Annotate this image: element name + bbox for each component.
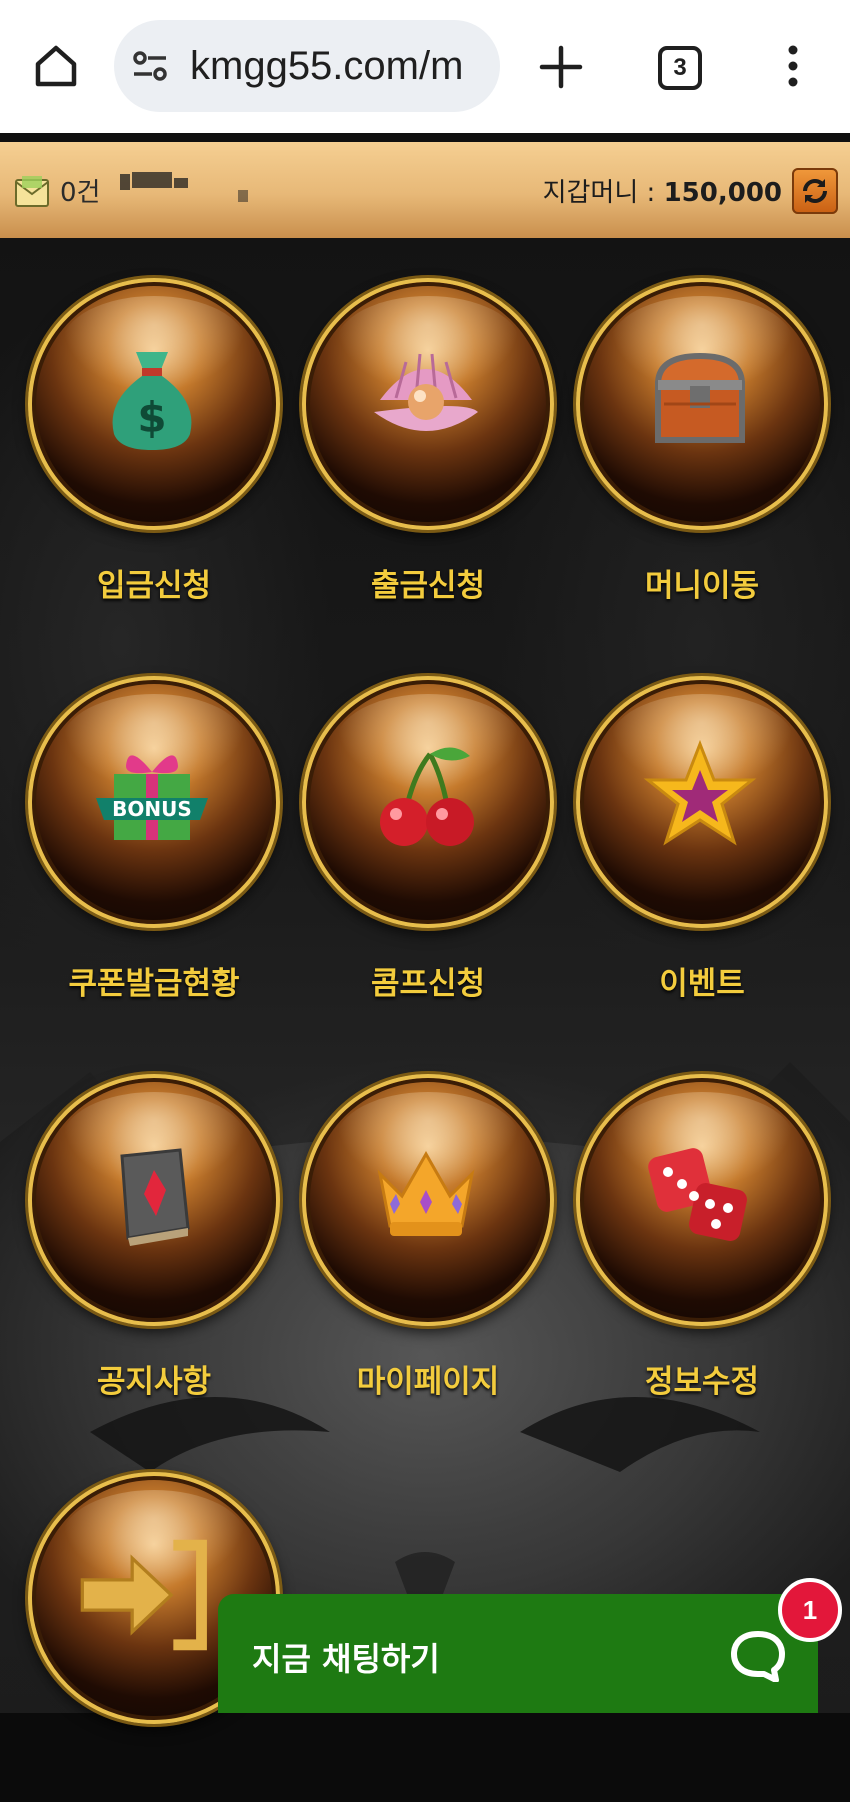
menu-events[interactable]: 이벤트 (576, 676, 828, 1006)
book-icon (120, 1148, 190, 1246)
menu-deposit-request[interactable]: $ 입금신청 (28, 278, 280, 608)
refresh-balance-button[interactable] (792, 168, 838, 214)
toolbar-divider (0, 133, 850, 142)
menu-label: 쿠폰발급현황 (68, 966, 240, 1002)
menu-label: 입금신청 (96, 568, 212, 604)
refresh-icon (803, 179, 827, 203)
username-redacted (116, 170, 346, 214)
wallet-amount: 150,000 (663, 178, 782, 208)
svg-text:$: $ (137, 393, 166, 442)
pearl-shell-icon (374, 353, 478, 431)
site-settings-icon[interactable] (132, 50, 168, 82)
menu-coupon-status[interactable]: BONUS 쿠폰발급현황 (28, 676, 280, 1006)
dice-icon (648, 1148, 747, 1241)
address-bar[interactable]: kmgg55.com/m (114, 20, 500, 112)
url-text: kmgg55.com/m (190, 44, 464, 88)
menu-comp-request[interactable]: 콤프신청 (302, 676, 554, 1006)
treasure-chest-icon (654, 352, 746, 443)
home-icon[interactable] (32, 42, 80, 90)
wallet-label: 지갑머니 : (542, 178, 656, 208)
new-tab-icon[interactable] (538, 44, 584, 90)
account-info-bar: 0건 지갑머니 : 150,000 (0, 142, 850, 238)
live-chat-button[interactable]: 지금 채팅하기 (218, 1594, 818, 1713)
menu-edit-info[interactable]: 정보수정 (576, 1074, 828, 1404)
browser-toolbar: kmgg55.com/m 3 (0, 0, 850, 142)
menu-label: 마이페이지 (356, 1364, 500, 1400)
message-count[interactable]: 0건 (60, 172, 100, 209)
menu-notices[interactable]: 공지사항 (28, 1074, 280, 1404)
menu-label: 공지사항 (96, 1364, 212, 1400)
star-icon (643, 739, 757, 846)
menu-label: 콤프신청 (370, 966, 486, 1002)
menu-label: 정보수정 (644, 1364, 760, 1400)
wallet-balance: 지갑머니 : 150,000 (543, 172, 782, 209)
crown-icon (377, 1150, 475, 1236)
menu-withdraw-request[interactable]: 출금신청 (302, 278, 554, 608)
menu-label: 머니이동 (644, 568, 760, 604)
menu-money-transfer[interactable]: 머니이동 (576, 278, 828, 608)
money-bag-icon: $ (112, 352, 192, 450)
more-menu-icon[interactable] (782, 44, 804, 88)
menu-label: 출금신청 (370, 568, 486, 604)
bonus-gift-icon: BONUS (96, 755, 208, 840)
menu-label: 이벤트 (659, 966, 745, 1002)
chat-unread-badge: 1 (778, 1578, 842, 1642)
tab-switcher-button[interactable]: 3 (658, 46, 702, 90)
cherry-icon (380, 747, 474, 846)
menu-my-page[interactable]: 마이페이지 (302, 1074, 554, 1404)
chat-bubble-icon (731, 1631, 785, 1682)
mail-icon[interactable] (14, 174, 50, 208)
svg-text:BONUS: BONUS (112, 797, 192, 821)
logout-arrow-icon (80, 1539, 207, 1651)
chat-label: 지금 채팅하기 (252, 1640, 440, 1678)
